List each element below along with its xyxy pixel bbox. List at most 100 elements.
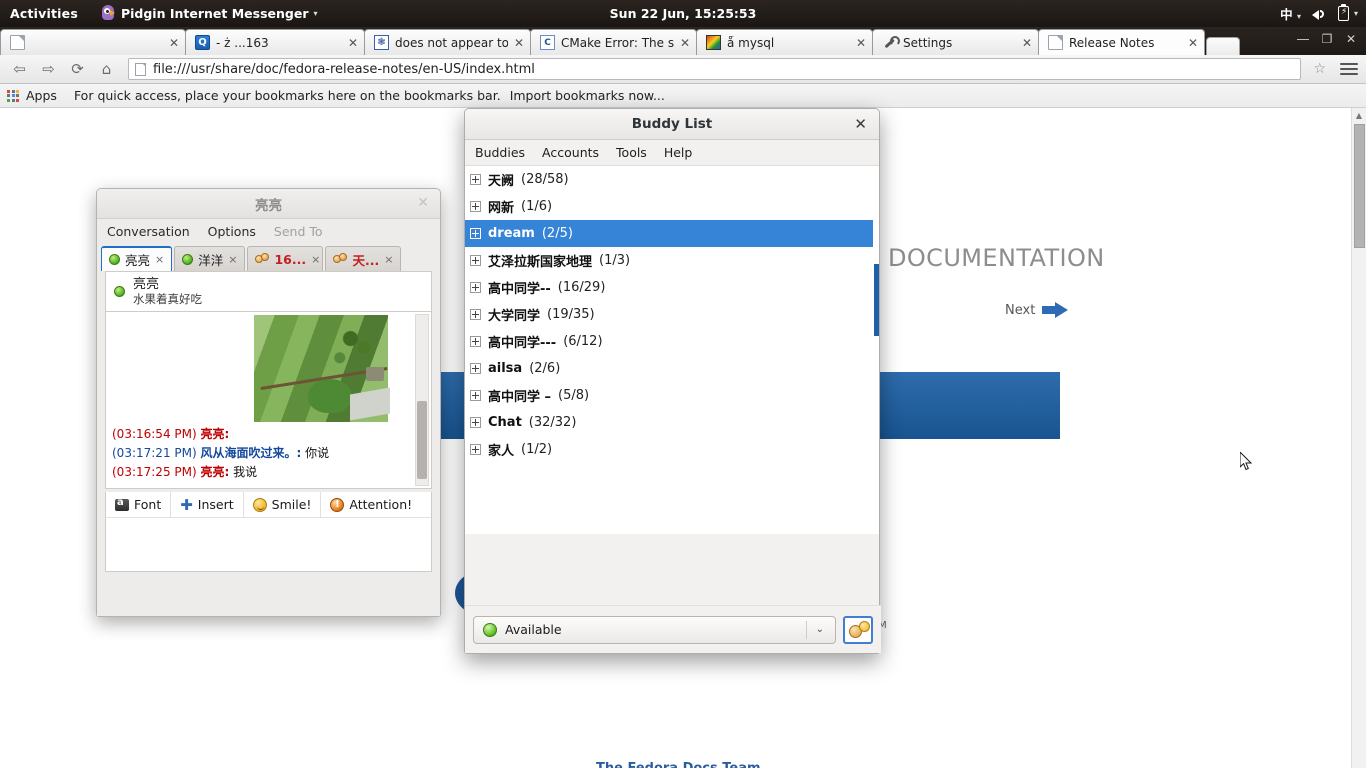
close-icon[interactable]: ✕ (514, 37, 524, 49)
forward-button[interactable]: ⇨ (37, 58, 60, 81)
expander-icon[interactable] (470, 444, 481, 455)
scrollbar-thumb[interactable] (1354, 124, 1365, 248)
close-icon[interactable]: × (155, 253, 164, 266)
close-icon[interactable]: ✕ (856, 37, 866, 49)
expander-icon[interactable] (470, 417, 481, 428)
buddy-group-row[interactable]: 网新 (1/6) (465, 193, 879, 220)
clock[interactable]: Sun 22 Jun, 15:25:53 (610, 6, 757, 21)
buddy-group-row-selected[interactable]: dream (2/5) (465, 220, 879, 247)
close-icon[interactable]: × (311, 253, 320, 266)
buddy-group-name: 高中同学-- (488, 282, 551, 297)
smile-button[interactable]: Smile! (244, 491, 322, 518)
apps-label[interactable]: Apps (26, 88, 57, 103)
battery-indicator[interactable]: ⚡ ▾ (1337, 3, 1358, 21)
menu-options[interactable]: Options (208, 224, 256, 239)
expander-icon[interactable] (470, 201, 481, 212)
home-button[interactable]: ⌂ (95, 58, 118, 81)
menu-icon[interactable] (1340, 63, 1358, 75)
close-icon[interactable]: ✕ (417, 195, 429, 211)
buddy-group-row[interactable]: ailsa (2/6) (465, 355, 879, 382)
message-row: (03:17:25 PM) 亮亮: 我说 (112, 463, 407, 482)
back-button[interactable]: ⇦ (8, 58, 31, 81)
browser-tab-4[interactable]: ǻ mysql ✕ (696, 29, 873, 55)
buddy-group-row[interactable]: 大学同学 (19/35) (465, 301, 879, 328)
close-icon[interactable]: ✕ (1188, 37, 1198, 49)
document-icon (1048, 35, 1063, 50)
expander-icon[interactable] (470, 390, 481, 401)
conversation-tab-2[interactable]: 16... × (247, 246, 324, 271)
expander-icon[interactable] (470, 309, 481, 320)
next-link[interactable]: Next (1005, 302, 1069, 318)
browser-tab-3[interactable]: C CMake Error: The s ✕ (530, 29, 697, 55)
buddy-group-row[interactable]: 高中同学-- (16/29) (465, 274, 879, 301)
volume-icon[interactable] (1311, 7, 1327, 21)
menu-accounts[interactable]: Accounts (542, 145, 599, 160)
browser-tab-6[interactable]: Release Notes ✕ (1038, 29, 1205, 55)
scrollbar-thumb[interactable] (874, 264, 879, 336)
close-icon[interactable]: × (228, 253, 237, 266)
close-icon[interactable]: ✕ (854, 115, 867, 133)
compose-area: Font ✚ Insert Smile! ! Attention! (105, 491, 432, 572)
apps-grid-icon[interactable] (7, 89, 19, 102)
expander-icon[interactable] (470, 174, 481, 185)
buddy-group-row[interactable]: 高中同学 – (5/8) (465, 382, 879, 409)
maximize-button[interactable]: ❐ (1316, 29, 1338, 49)
conversation-tab-1[interactable]: 洋洋 × (174, 246, 246, 271)
expander-icon[interactable] (470, 336, 481, 347)
accounts-button[interactable] (843, 615, 873, 644)
new-tab-button[interactable] (1206, 37, 1240, 55)
address-bar[interactable]: file:///usr/share/doc/fedora-release-not… (128, 58, 1302, 80)
menu-tools[interactable]: Tools (616, 145, 647, 160)
activities-button[interactable]: Activities (10, 6, 78, 21)
reload-button[interactable]: ⟳ (66, 58, 89, 81)
buddy-group-row[interactable]: Chat (32/32) (465, 409, 879, 436)
status-selector[interactable]: Available ⌄ (473, 615, 836, 644)
group-chat-icon (255, 253, 270, 265)
menu-conversation[interactable]: Conversation (107, 224, 190, 239)
scroll-up-icon[interactable]: ▲ (1352, 108, 1366, 122)
menu-help[interactable]: Help (664, 145, 693, 160)
buddy-group-row[interactable]: 家人 (1/2) (465, 436, 879, 463)
buddy-group-count: (19/35) (547, 307, 595, 322)
browser-tab-5[interactable]: Settings ✕ (872, 29, 1039, 55)
buddy-group-row[interactable]: 高中同学--- (6/12) (465, 328, 879, 355)
buddy-group-row[interactable]: 艾泽拉斯国家地理 (1/3) (465, 247, 879, 274)
insert-button[interactable]: ✚ Insert (171, 491, 244, 518)
app-menu-button[interactable]: Pidgin Internet Messenger ▾ (100, 5, 318, 22)
conversation-tab-0[interactable]: 亮亮 × (101, 246, 173, 271)
menu-send-to[interactable]: Send To (274, 224, 323, 239)
import-bookmarks-link[interactable]: Import bookmarks now... (510, 88, 665, 103)
message-input[interactable] (106, 518, 431, 570)
conversation-tab-3[interactable]: 天... × (325, 246, 402, 271)
expander-icon[interactable] (470, 255, 481, 266)
expander-icon[interactable] (470, 363, 481, 374)
close-icon[interactable]: ✕ (680, 37, 690, 49)
font-button[interactable]: Font (106, 491, 172, 518)
buddy-group-list[interactable]: 天阙 (28/58) 网新 (1/6) dream (2/5) 艾泽拉斯国家地理… (465, 166, 879, 534)
buddy-group-count: (2/5) (541, 226, 573, 241)
input-method-indicator[interactable]: 中 ▾ (1280, 4, 1301, 23)
close-icon[interactable]: × (384, 253, 393, 266)
chevron-down-icon[interactable]: ⌄ (816, 624, 824, 635)
scrollbar-thumb[interactable] (417, 401, 427, 479)
expander-icon[interactable] (470, 228, 481, 239)
menu-buddies[interactable]: Buddies (475, 145, 525, 160)
buddy-group-row[interactable]: 天阙 (28/58) (465, 166, 879, 193)
browser-tab-1[interactable]: Q - ż ...163 ✕ (185, 29, 365, 55)
message-history[interactable]: (03:16:54 PM) 亮亮: (03:17:21 PM) 风从海面吹过来。… (105, 311, 432, 489)
close-icon[interactable]: ✕ (169, 37, 179, 49)
message-scrollbar[interactable] (415, 314, 429, 486)
attention-button[interactable]: ! Attention! (321, 492, 421, 518)
minimize-button[interactable]: ― (1292, 29, 1314, 49)
browser-tab-2[interactable]: ❃ does not appear to ✕ (364, 29, 531, 55)
buddy-list-scrollbar[interactable] (873, 166, 879, 534)
expander-icon[interactable] (470, 282, 481, 293)
close-icon[interactable]: ✕ (1022, 37, 1032, 49)
close-icon[interactable]: ✕ (348, 37, 358, 49)
chevron-down-icon: ▾ (313, 9, 318, 18)
browser-tab-0[interactable]: ✕ (0, 29, 186, 55)
close-window-button[interactable]: ✕ (1340, 29, 1362, 49)
buddy-group-name: dream (488, 226, 535, 241)
page-scrollbar[interactable]: ▲ ▼ (1351, 108, 1366, 768)
bookmark-star-icon[interactable]: ☆ (1313, 61, 1326, 77)
